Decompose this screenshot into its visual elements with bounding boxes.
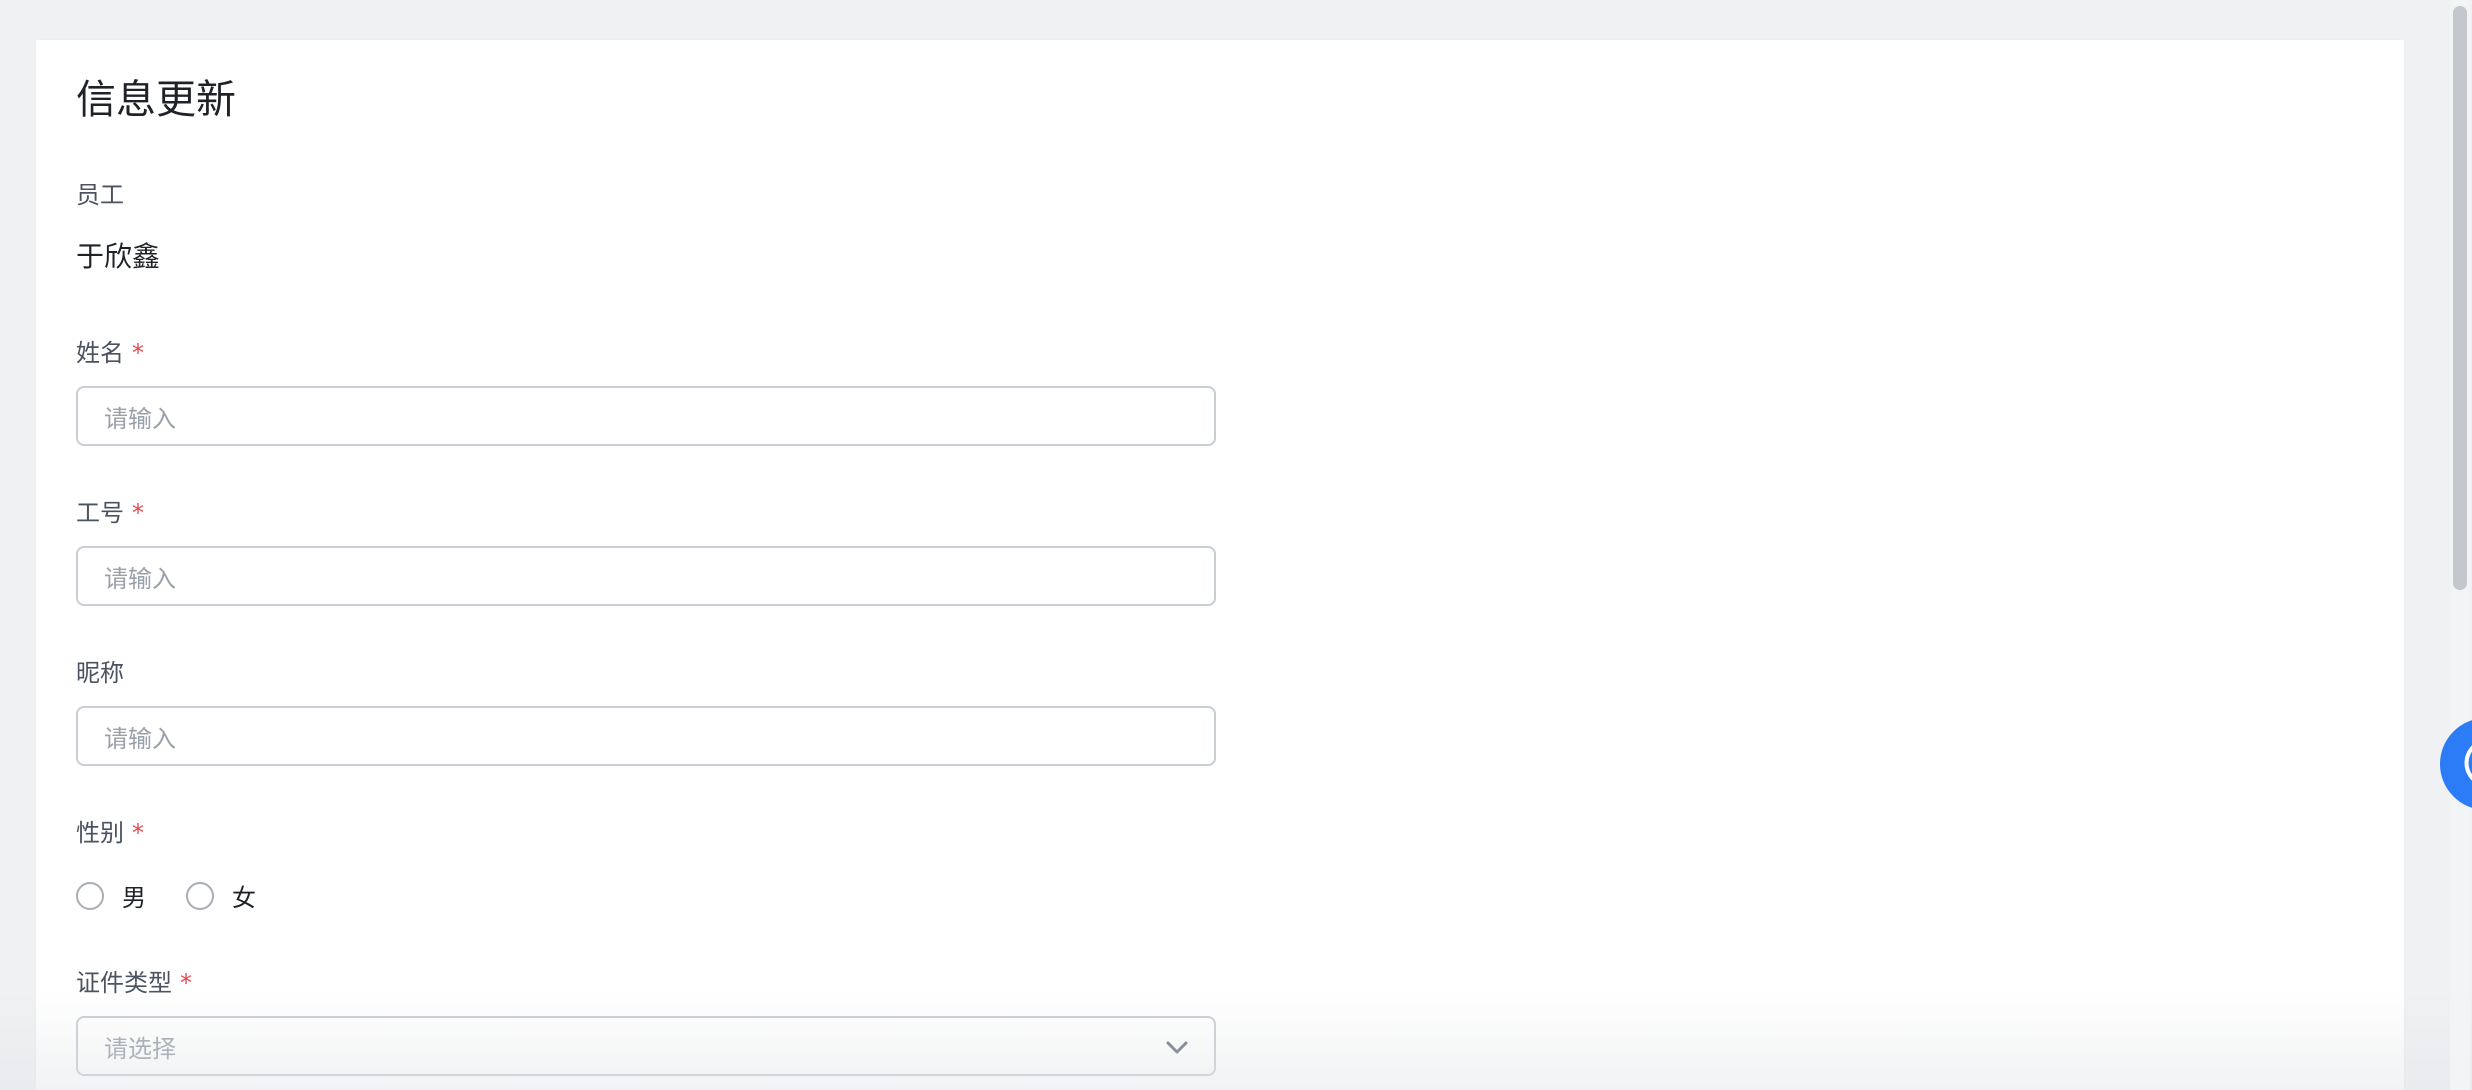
- assistant-icon: [2464, 745, 2472, 781]
- chevron-down-icon: [1166, 1041, 1188, 1054]
- id-type-select-placeholder: 请选择: [104, 1034, 176, 1063]
- name-label-text: 姓名: [76, 339, 124, 367]
- required-mark: *: [132, 339, 144, 367]
- gender-label: 性别 *: [76, 816, 144, 850]
- employee-id-input[interactable]: 请输入: [76, 546, 1216, 606]
- name-label: 姓名 *: [76, 336, 144, 370]
- employee-label: 员工: [76, 181, 124, 209]
- id-type-label: 证件类型 *: [76, 966, 192, 1000]
- scrollbar-thumb[interactable]: [2453, 6, 2467, 590]
- gender-label-text: 性别: [76, 819, 124, 847]
- form-card: 信息更新 员工 于欣鑫 姓名 * 请输入 工号 * 请输入 昵称 请输入 性别 * 男: [36, 40, 2404, 1090]
- gender-option-female[interactable]: 女: [186, 878, 256, 913]
- required-mark: *: [132, 819, 144, 847]
- gender-option-male[interactable]: 男: [76, 878, 146, 913]
- employee-id-label: 工号 *: [76, 496, 144, 530]
- id-type-select[interactable]: 请选择: [76, 1016, 1216, 1076]
- floating-assistant-button[interactable]: [2440, 718, 2472, 810]
- required-mark: *: [180, 969, 192, 997]
- employee-id-label-text: 工号: [76, 499, 124, 527]
- name-input[interactable]: 请输入: [76, 386, 1216, 446]
- nickname-input-placeholder: 请输入: [104, 724, 176, 753]
- employee-id-input-placeholder: 请输入: [104, 564, 176, 593]
- employee-value: 于欣鑫: [76, 240, 161, 273]
- page: 信息更新 员工 于欣鑫 姓名 * 请输入 工号 * 请输入 昵称 请输入 性别 * 男: [0, 0, 2472, 1090]
- name-input-placeholder: 请输入: [104, 404, 176, 433]
- radio-circle[interactable]: [186, 881, 214, 910]
- radio-circle[interactable]: [76, 881, 104, 910]
- nickname-label: 昵称: [76, 659, 124, 687]
- id-type-label-text: 证件类型: [76, 969, 172, 997]
- page-title: 信息更新: [76, 77, 236, 123]
- gender-radio-group: 男 女: [76, 878, 296, 913]
- nickname-input[interactable]: 请输入: [76, 706, 1216, 766]
- required-mark: *: [132, 499, 144, 527]
- gender-option-male-label: 男: [122, 884, 146, 912]
- gender-option-female-label: 女: [232, 884, 256, 912]
